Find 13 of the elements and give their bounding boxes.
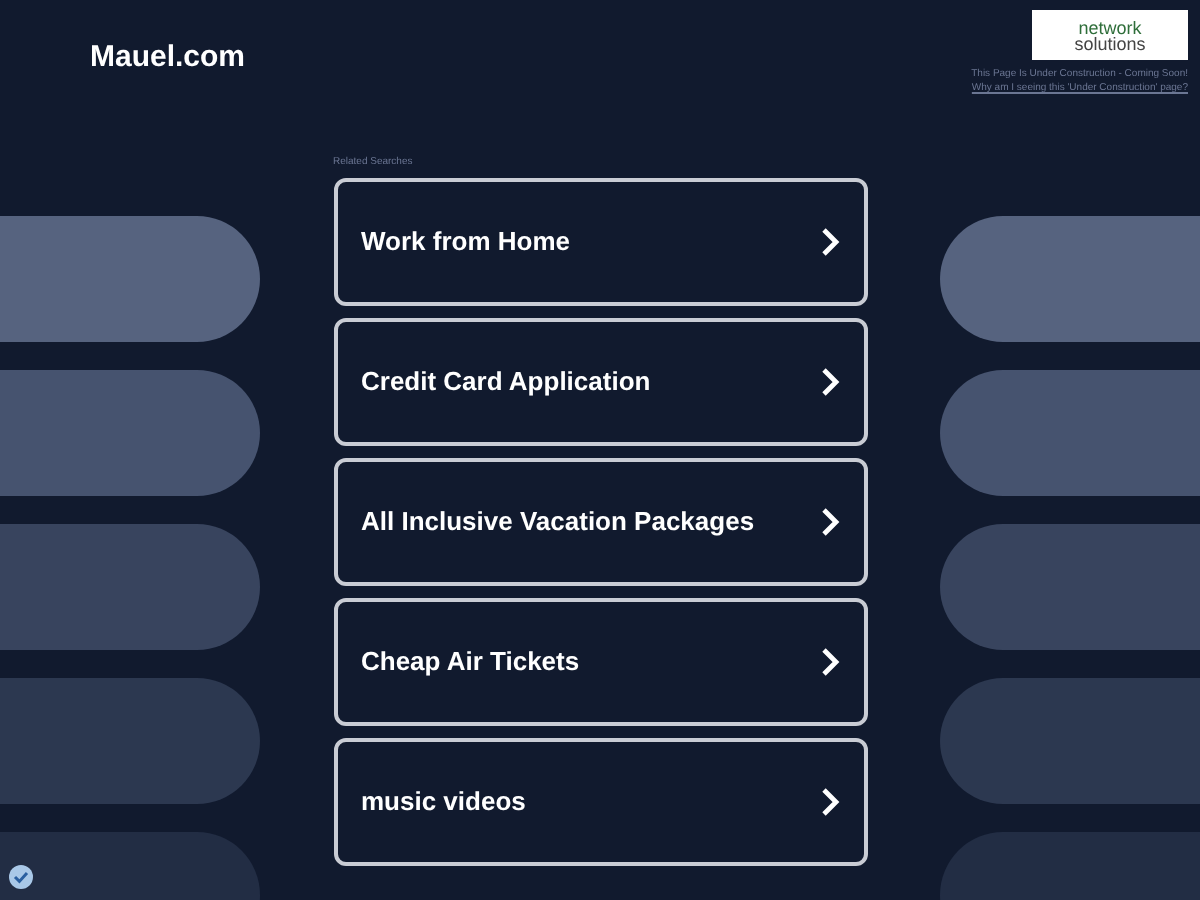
chevron-icon xyxy=(819,648,839,676)
chevron-icon xyxy=(819,508,839,536)
badge-icon[interactable] xyxy=(8,864,34,890)
chevron-icon xyxy=(819,788,839,816)
search-link[interactable]: music videos xyxy=(333,738,867,866)
logo: network solutions xyxy=(1032,10,1188,60)
chevron-icon xyxy=(819,228,839,256)
search-link[interactable]: All Inclusive Vacation Packages xyxy=(333,458,867,586)
search-link[interactable]: Cheap Air Tickets xyxy=(333,598,867,726)
site-title: Mauel.com xyxy=(90,38,246,78)
search-link[interactable]: Work from Home xyxy=(333,178,867,306)
chevron-icon xyxy=(819,368,839,396)
search-link[interactable]: Credit Card Application xyxy=(333,318,867,446)
